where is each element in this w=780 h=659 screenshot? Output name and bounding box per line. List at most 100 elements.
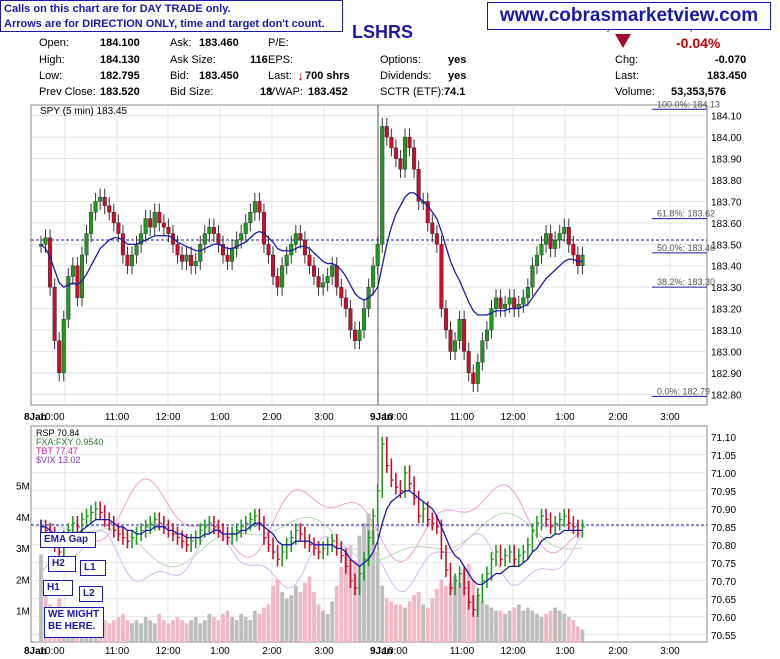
- candle-body: [184, 254, 189, 262]
- price-panel-title: SPY (5 min) 183.45: [40, 106, 128, 117]
- volume-bar: [198, 623, 203, 642]
- volume-bar: [257, 613, 262, 642]
- volume-tick-label: 2M: [16, 575, 30, 586]
- candle-body: [521, 297, 526, 305]
- candle-body: [230, 248, 235, 262]
- candle-body: [348, 308, 353, 331]
- volume-bar: [530, 610, 535, 642]
- volume-tick-label: 4M: [16, 513, 30, 524]
- high-label: High:: [39, 54, 65, 66]
- candle-body: [503, 304, 508, 309]
- candle-body: [284, 254, 289, 266]
- price-tick-label: 182.90: [711, 369, 742, 380]
- volume-bar: [202, 620, 207, 642]
- volume-bar: [394, 604, 398, 642]
- volume-bar: [507, 610, 512, 642]
- volume-bar: [444, 585, 448, 642]
- volume-bar: [166, 623, 171, 642]
- volume-bar: [284, 598, 289, 642]
- candle-body: [175, 244, 180, 256]
- candle-body: [275, 276, 280, 288]
- candle-body: [43, 237, 48, 245]
- rsp-x-label: 12:00: [155, 646, 180, 657]
- chart-canvas: 182.80 182.90 183.00 183.10 183.20 183.30 183.…: [16, 99, 742, 657]
- last-label: Last:: [268, 70, 292, 82]
- candle-body: [566, 226, 571, 245]
- volume-bar: [544, 613, 548, 642]
- candle-body: [120, 233, 125, 256]
- volume-tick-label: 1M: [16, 607, 30, 618]
- volume-bar: [516, 604, 521, 642]
- rsp-tick-label: 70.60: [711, 613, 736, 624]
- rsp-x-label: 10:00: [382, 646, 407, 657]
- volume-bar: [548, 610, 553, 642]
- candle-body: [562, 226, 567, 234]
- price-tick-label: 182.80: [711, 390, 742, 401]
- fib-level-label: 100.0%: 184.13: [657, 99, 720, 109]
- volume-bar: [398, 604, 403, 642]
- rsp-x-label: 10:00: [39, 646, 64, 657]
- we-might-be-here-annotation: WE MIGHT BE HERE.: [44, 607, 104, 638]
- price-tick-label: 183.70: [711, 197, 742, 208]
- candle-body: [448, 329, 453, 352]
- volume-bar: [557, 610, 562, 642]
- candle-body: [334, 265, 339, 288]
- rsp-x-label: 11:00: [450, 646, 475, 657]
- candle-body: [107, 205, 112, 213]
- rsp-tick-label: 70.85: [711, 523, 736, 534]
- volume-bar: [148, 620, 153, 642]
- volume-bar: [485, 604, 489, 642]
- volume-bar: [430, 598, 435, 642]
- candle-body: [380, 126, 385, 245]
- volume-bar: [248, 620, 253, 642]
- last2-label: Last:: [615, 70, 639, 82]
- volume-bar: [434, 588, 439, 642]
- volume-bar: [334, 585, 339, 642]
- rsp-tick-label: 70.55: [711, 631, 736, 642]
- asksize-value: 116: [250, 54, 268, 66]
- volume-bar: [384, 598, 389, 642]
- candle-body: [548, 233, 553, 249]
- rsp-x-label: 2:00: [608, 646, 628, 657]
- volume-bar: [152, 623, 157, 642]
- volume-bar: [307, 576, 312, 642]
- candle-body: [362, 308, 367, 331]
- asksize-label: Ask Size:: [170, 54, 216, 66]
- candle-body: [261, 211, 266, 245]
- volume-bar: [262, 607, 266, 642]
- volume-bar: [293, 585, 298, 642]
- open-label: Open:: [39, 37, 69, 49]
- high-value: 184.130: [100, 54, 140, 66]
- price-tick-label: 183.20: [711, 305, 742, 316]
- candle-body: [412, 147, 417, 170]
- callout-line-2: Arrows are for DIRECTION ONLY, time and …: [4, 18, 325, 30]
- rsp-x-label: 3:00: [314, 646, 334, 657]
- candle-body: [84, 233, 89, 256]
- volume-bar: [325, 613, 330, 642]
- ask-label: Ask:: [170, 37, 192, 49]
- candle-body: [189, 254, 194, 266]
- volume-bar: [562, 613, 567, 642]
- options-value: yes: [448, 54, 467, 66]
- candle-body: [498, 297, 503, 309]
- candle-body: [403, 136, 408, 170]
- candle-body: [539, 244, 544, 256]
- bid-label: Bid:: [170, 70, 189, 82]
- volume-bar: [339, 566, 344, 642]
- volume-bar: [134, 620, 139, 642]
- candle-body: [453, 340, 458, 352]
- website-banner[interactable]: www.cobrasmarketview.com: [487, 2, 771, 30]
- volume-bar: [121, 613, 125, 642]
- candle-body: [211, 226, 216, 234]
- volume-bar: [494, 610, 498, 642]
- candle-body: [98, 196, 103, 202]
- price-tick-label: 183.50: [711, 240, 742, 251]
- volume-bar: [157, 613, 162, 642]
- candle-body: [343, 297, 348, 309]
- chg-label: Chg:: [615, 54, 639, 66]
- callout-line-1: Calls on this chart are for DAY TRADE on…: [4, 3, 231, 15]
- candle-body: [198, 244, 203, 262]
- candle-body: [298, 233, 303, 241]
- price-x-label: 10:00: [39, 412, 64, 423]
- volume-bar: [421, 604, 426, 642]
